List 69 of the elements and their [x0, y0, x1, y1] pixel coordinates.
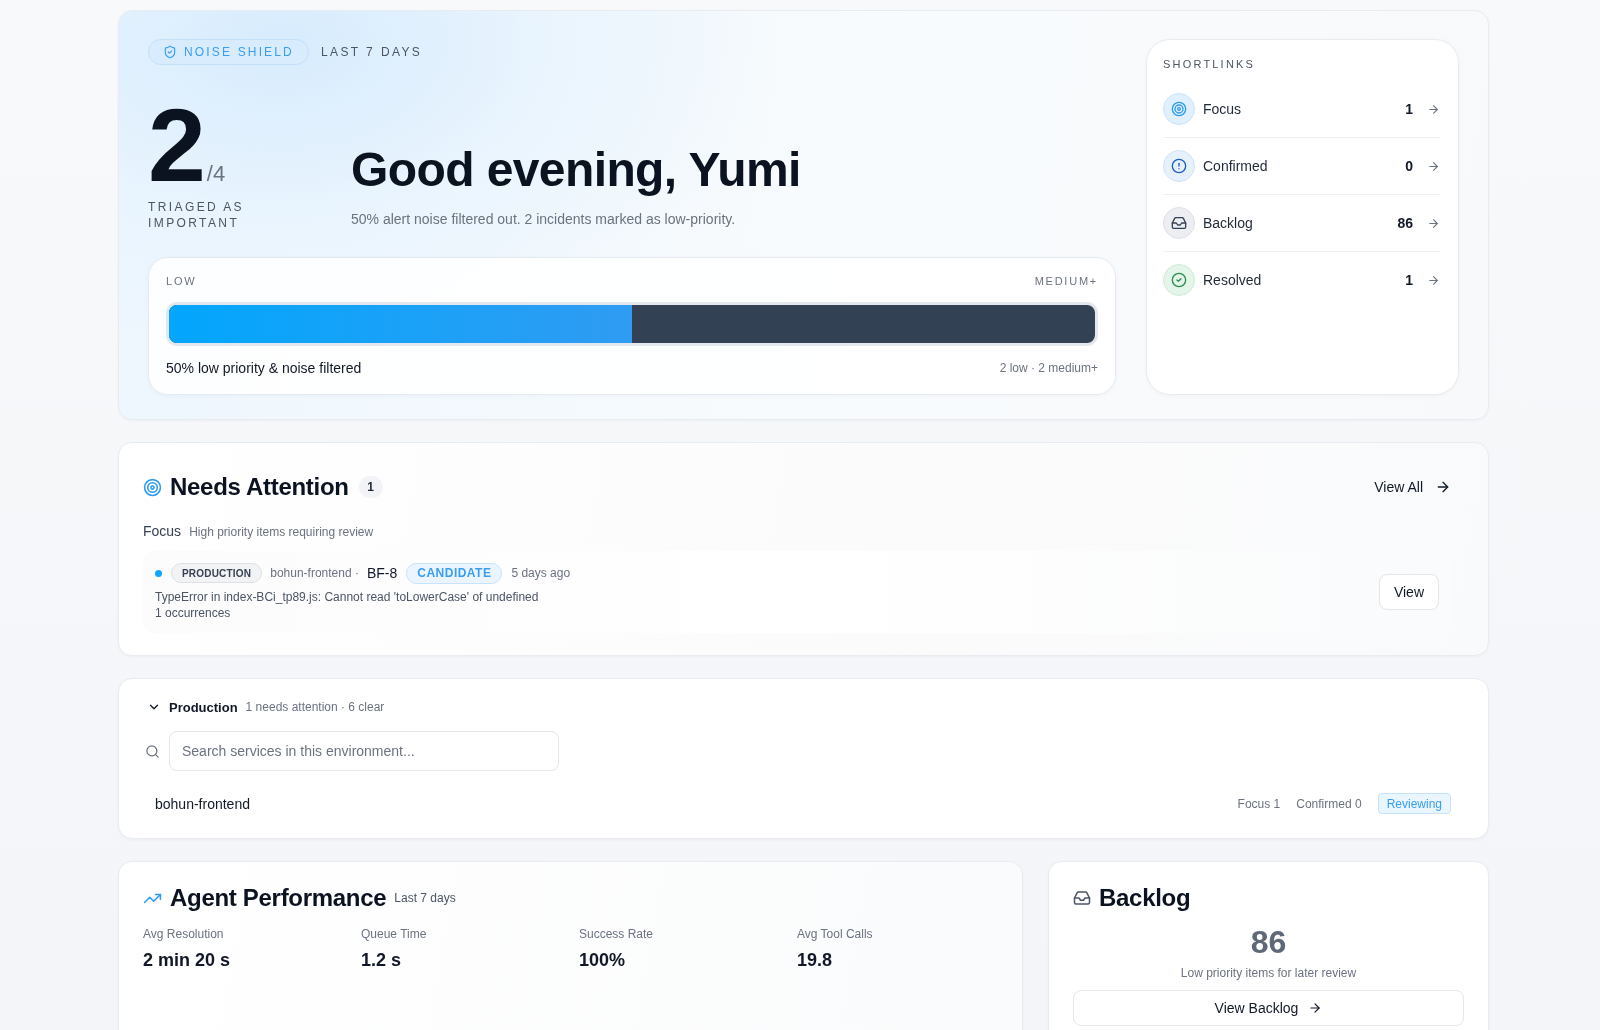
meter-caption: 50% low priority & noise filtered	[166, 360, 362, 376]
important-caption: TRIAGED AS IMPORTANT	[148, 199, 246, 231]
service-name: bohun-frontend	[155, 795, 251, 812]
greeting-heading: Good evening, Yumi	[351, 141, 801, 197]
environment-title: Production	[169, 699, 238, 715]
shortlink-count: 0	[1405, 158, 1413, 174]
meter-breakdown: 2 low · 2 medium+	[999, 361, 1098, 375]
check-circle-icon	[1163, 264, 1195, 296]
metric-label: Success Rate	[579, 926, 654, 942]
service-name: bohun-frontend ·	[270, 566, 359, 580]
view-backlog-button[interactable]: View Backlog	[1073, 990, 1464, 1026]
meter-high-label: MEDIUM+	[1034, 274, 1098, 288]
arrow-right-icon[interactable]	[1427, 216, 1440, 230]
target-icon	[1163, 93, 1195, 125]
shortlink-label[interactable]: Focus	[1203, 101, 1398, 117]
arrow-right-icon[interactable]	[1427, 159, 1440, 173]
metric-value: 100%	[579, 950, 626, 971]
metric-value: 2 min 20 s	[143, 950, 231, 971]
shield-check-icon	[163, 45, 177, 59]
metric-label: Queue Time	[361, 926, 427, 942]
meter-low-label: LOW	[166, 274, 197, 288]
status-dot-icon	[155, 569, 162, 577]
inbox-icon	[1073, 889, 1091, 907]
incident-message: TypeError in index-BCi_tp89.js: Cannot read 'toLowerCase' of undefined	[155, 589, 540, 605]
arrow-right-icon	[1435, 479, 1451, 495]
target-icon	[143, 477, 162, 497]
noise-shield-label: NOISE SHIELD	[184, 45, 294, 59]
metric-value: 19.8	[797, 950, 833, 971]
environment-summary: 1 needs attention · 6 clear	[245, 700, 385, 714]
section-title: Agent Performance	[170, 884, 387, 912]
search-field[interactable]: Search services in this environment...	[169, 731, 559, 771]
view-all-link[interactable]: View All	[1374, 479, 1451, 495]
inbox-icon	[1163, 207, 1195, 239]
service-status-badge: Reviewing	[1377, 793, 1451, 814]
metric-label: Avg Tool Calls	[797, 926, 873, 942]
occurrence-count: 1 occurrences	[155, 605, 232, 621]
shortlink-count: 1	[1405, 101, 1413, 117]
shortlink-label[interactable]: Resolved	[1203, 272, 1398, 288]
group-hint: High priority items requiring review	[189, 525, 374, 539]
focus-stat: Focus 1	[1237, 796, 1281, 811]
group-name: Focus	[143, 523, 182, 539]
arrow-right-icon[interactable]	[1427, 273, 1440, 287]
section-title: Needs Attention	[170, 473, 349, 501]
incident-age: 5 days ago	[511, 566, 571, 580]
view-button[interactable]: View	[1378, 574, 1439, 610]
period-label: Last 7 days	[394, 891, 456, 905]
shortlinks-title: SHORTLINKS	[1163, 57, 1257, 71]
total-count: /4	[206, 161, 226, 187]
greeting-summary: 50% alert noise filtered out. 2 incidents marked as low-priority.	[351, 211, 737, 227]
metric-value: 1.2 s	[361, 950, 402, 971]
metric-label: Avg Resolution	[143, 926, 224, 942]
period-label: LAST 7 DAYS	[320, 45, 423, 59]
important-count: 2	[148, 93, 203, 197]
incident-id: BF-8	[366, 565, 398, 581]
shortlink-count: 86	[1397, 215, 1413, 231]
section-title: Backlog	[1099, 884, 1191, 912]
environment-badge: PRODUCTION	[171, 563, 263, 583]
confirmed-stat: Confirmed 0	[1296, 796, 1362, 811]
backlog-caption: Low priority items for later review	[1180, 966, 1357, 980]
count-badge: 1	[358, 476, 383, 498]
arrow-right-icon[interactable]	[1427, 102, 1440, 116]
alert-circle-icon	[1163, 150, 1195, 182]
backlog-count: 86	[1250, 924, 1287, 960]
arrow-right-icon	[1308, 1001, 1323, 1015]
shortlink-label[interactable]: Confirmed	[1203, 158, 1398, 174]
search-icon	[145, 743, 160, 759]
shortlink-count: 1	[1405, 272, 1413, 288]
status-badge: CANDIDATE	[406, 562, 503, 584]
shortlink-label[interactable]: Backlog	[1203, 215, 1390, 231]
